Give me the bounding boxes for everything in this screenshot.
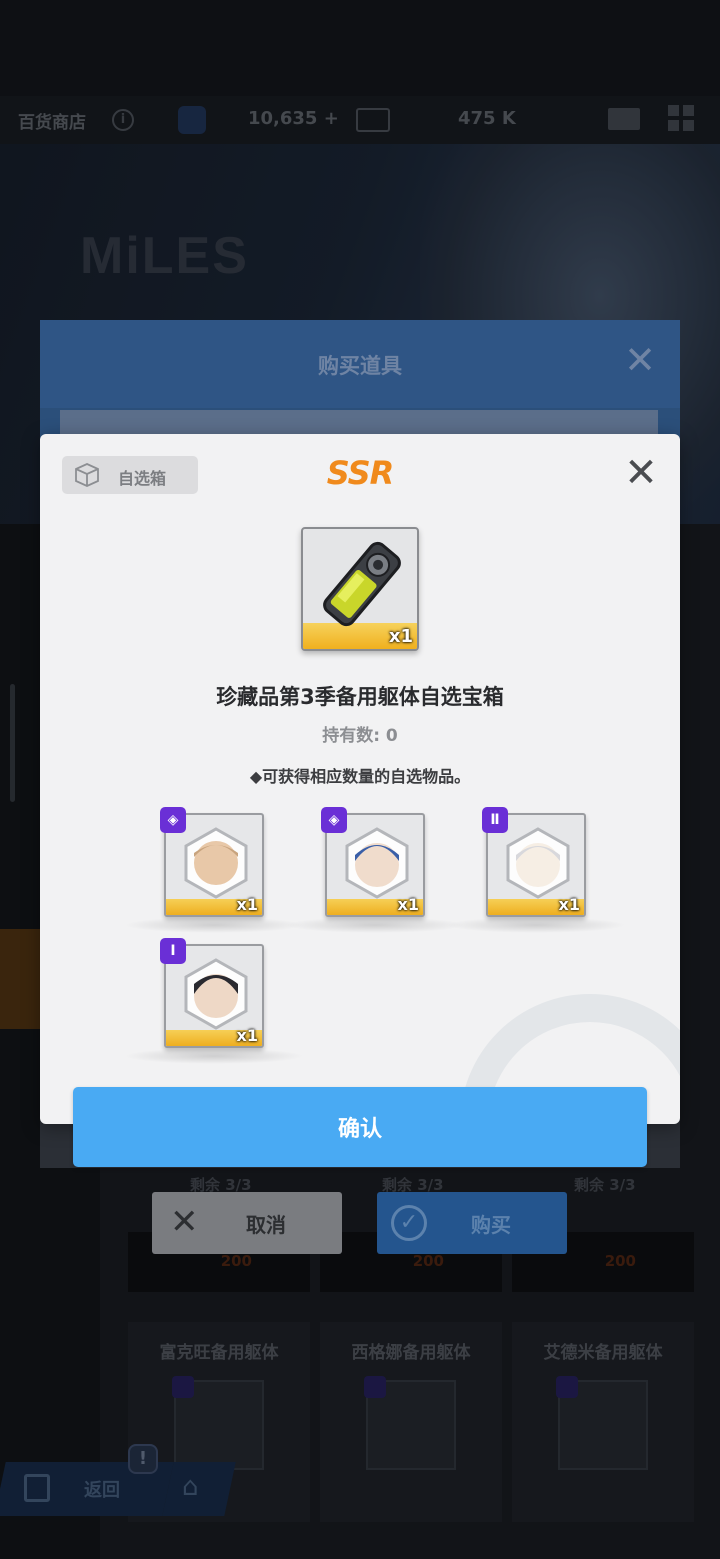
class-badge-icon: ◈ [160,807,186,833]
close-icon[interactable]: ✕ [622,453,660,493]
character-portrait-icon [345,827,409,899]
rarity-label: SSR [326,454,395,492]
close-icon: ✕ [170,1202,199,1242]
confirm-button[interactable]: 确认 [73,1087,647,1167]
reward-quantity: x1 [236,1026,258,1045]
capsule-icon [323,541,401,627]
reward-item[interactable]: x1 ◈ [124,807,304,933]
item-name: 珍藏品第3季备用躯体自选宝箱 [216,685,504,709]
item-icon: x1 [301,527,419,651]
reward-quantity: x1 [397,895,419,914]
class-badge-icon: Ⅰ [160,938,186,964]
reward-item[interactable]: x1 Ⅱ [446,807,626,933]
confirm-label: 确认 [337,1117,382,1142]
cancel-button[interactable]: ✕ 取消 [152,1192,342,1254]
reward-item[interactable]: x1 Ⅰ [124,938,304,1064]
item-description: ◆可获得相应数量的自选物品。 [249,767,471,786]
character-portrait-icon [184,827,248,899]
owned-count: 持有数: 0 [322,726,398,746]
reward-quantity: x1 [558,895,580,914]
close-icon[interactable]: ✕ [620,340,660,380]
class-badge-icon: Ⅱ [482,807,508,833]
cancel-label: 取消 [246,1213,286,1237]
reward-item[interactable]: x1 ◈ [285,807,465,933]
class-badge-icon: ◈ [321,807,347,833]
item-detail-modal: 自选箱 SSR ✕ x1 珍藏品第3季备用躯体自选宝箱 持有数: 0 ◆可获得相… [40,434,680,1124]
check-icon: ✓ [391,1205,427,1241]
item-quantity: x1 [388,626,413,647]
buy-button[interactable]: ✓ 购买 [377,1192,567,1254]
buy-label: 购买 [471,1213,511,1237]
character-portrait-icon [506,827,570,899]
character-portrait-icon [184,958,248,1030]
reward-quantity: x1 [236,895,258,914]
buy-dialog-title: 购买道具 [318,354,402,378]
